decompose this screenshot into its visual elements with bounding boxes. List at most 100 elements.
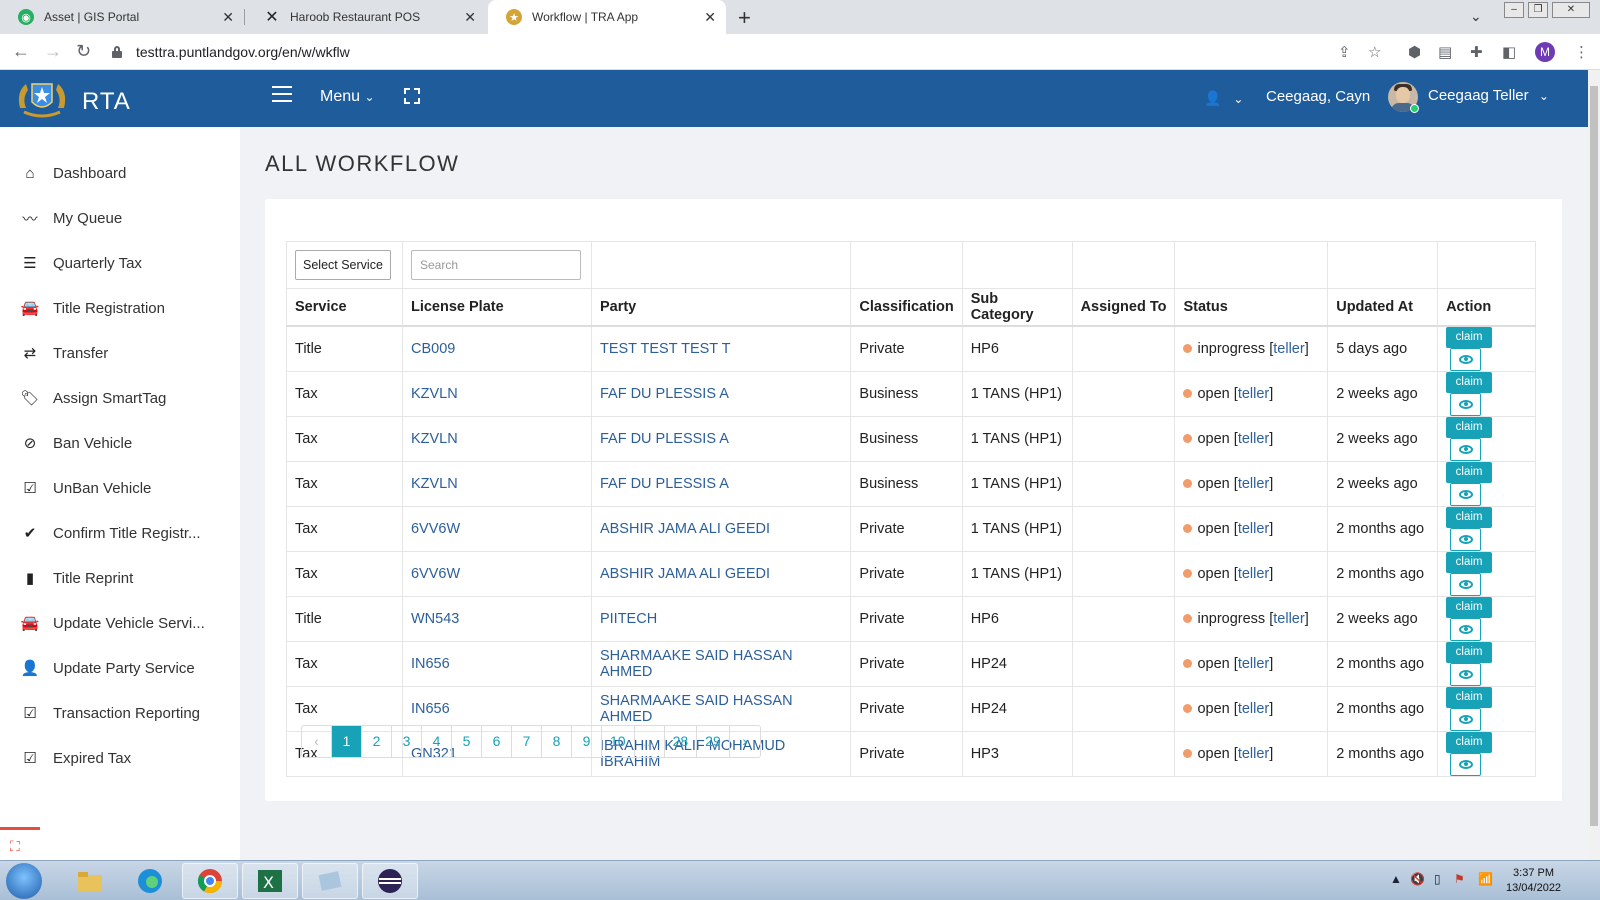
url-field[interactable]: testtra.puntlandgov.org/en/w/wkflw	[112, 39, 1372, 65]
debug-toolbar-tab[interactable]: ⛶	[0, 827, 40, 859]
scrollbar-thumb[interactable]	[1590, 86, 1598, 826]
party-link[interactable]: SHARMAAKE SAID HASSAN AHMED	[600, 693, 793, 725]
sidebar-item-transaction-reporting[interactable]: ☑ Transaction Reporting	[0, 693, 240, 733]
puzzle-icon[interactable]: ✚	[1470, 43, 1483, 61]
service-select[interactable]: Select Service	[295, 250, 391, 280]
flag-icon[interactable]: ⚑	[1454, 872, 1465, 886]
sidebar-item-update-vehicle[interactable]: 🚘 Update Vehicle Servi...	[0, 603, 240, 643]
battery-icon[interactable]: ▯	[1434, 872, 1441, 886]
sidebar-item-confirm-title[interactable]: ✔ Confirm Title Registr...	[0, 513, 240, 553]
reload-icon[interactable]: ↻	[76, 41, 91, 62]
role-link[interactable]: teller	[1238, 566, 1269, 582]
party-link[interactable]: FAF DU PLESSIS A	[600, 476, 729, 492]
role-link[interactable]: teller	[1238, 431, 1269, 447]
minimize-button[interactable]: –	[1504, 2, 1524, 18]
party-link[interactable]: FAF DU PLESSIS A	[600, 431, 729, 447]
sidebar-item-expired-tax[interactable]: ☑ Expired Tax	[0, 738, 240, 778]
menu-dropdown[interactable]: Menu ⌄	[320, 88, 375, 106]
maximize-button[interactable]: ❐	[1528, 2, 1548, 18]
claim-button[interactable]: claim	[1446, 686, 1493, 708]
tab-haroob-pos[interactable]: ✕ Haroob Restaurant POS ✕	[246, 0, 486, 34]
role-link[interactable]: teller	[1238, 701, 1269, 717]
claim-button[interactable]: claim	[1446, 416, 1493, 438]
license-plate-link[interactable]: KZVLN	[411, 476, 458, 492]
page-link[interactable]: 8	[542, 726, 572, 757]
view-eye-icon[interactable]	[1450, 662, 1482, 686]
sidebar-item-quarterly-tax[interactable]: ☰ Quarterly Tax	[0, 243, 240, 283]
page-link[interactable]: 7	[512, 726, 542, 757]
license-plate-link[interactable]: 6VV6W	[411, 566, 460, 582]
role-link[interactable]: teller	[1238, 656, 1269, 672]
role-link[interactable]: teller	[1238, 386, 1269, 402]
party-link[interactable]: PIITECH	[600, 611, 657, 627]
share-icon[interactable]: ⇪	[1338, 43, 1351, 61]
notes-app-icon[interactable]	[302, 863, 358, 899]
role-link[interactable]: teller	[1273, 611, 1304, 627]
user-dropdown[interactable]: 👤 ⌄	[1204, 90, 1243, 107]
claim-button[interactable]: claim	[1446, 731, 1493, 753]
page-link[interactable]: 1	[332, 726, 362, 757]
profile-avatar[interactable]: M	[1535, 42, 1555, 62]
license-plate-link[interactable]: CB009	[411, 341, 455, 357]
claim-button[interactable]: claim	[1446, 641, 1493, 663]
sidebar-item-title-registration[interactable]: 🚘 Title Registration	[0, 288, 240, 328]
page-link[interactable]: 28	[665, 726, 698, 757]
chrome-icon[interactable]	[182, 863, 238, 899]
column-header[interactable]: Status	[1174, 288, 1329, 327]
new-tab-button[interactable]: +	[738, 5, 751, 31]
license-plate-link[interactable]: WN543	[411, 611, 459, 627]
license-plate-link[interactable]: KZVLN	[411, 386, 458, 402]
side-panel-icon[interactable]: ◧	[1502, 43, 1516, 61]
party-link[interactable]: TEST TEST TEST T	[600, 341, 731, 357]
edge-icon[interactable]	[122, 863, 178, 899]
sidebar-item-ban-vehicle[interactable]: ⊘ Ban Vehicle	[0, 423, 240, 463]
role-link[interactable]: teller	[1238, 521, 1269, 537]
party-link[interactable]: ABSHIR JAMA ALI GEEDI	[600, 521, 770, 537]
page-link[interactable]: 6	[482, 726, 512, 757]
party-link[interactable]: FAF DU PLESSIS A	[600, 386, 729, 402]
page-link[interactable]: 9	[572, 726, 602, 757]
sidebar-item-update-party[interactable]: 👤 Update Party Service	[0, 648, 240, 688]
license-plate-link[interactable]: IN656	[411, 656, 450, 672]
page-link[interactable]: 4	[422, 726, 452, 757]
page-link[interactable]: 3	[392, 726, 422, 757]
view-eye-icon[interactable]	[1450, 437, 1482, 461]
view-eye-icon[interactable]	[1450, 392, 1482, 416]
hamburger-icon[interactable]	[272, 86, 292, 107]
license-plate-link[interactable]: KZVLN	[411, 431, 458, 447]
sidebar-item-my-queue[interactable]: 〰 My Queue	[0, 198, 240, 238]
forward-arrow-icon[interactable]: →	[44, 41, 62, 62]
page-link[interactable]: 29	[697, 726, 730, 757]
close-icon[interactable]: ✕	[704, 9, 716, 26]
claim-button[interactable]: claim	[1446, 596, 1493, 618]
view-eye-icon[interactable]	[1450, 707, 1482, 731]
role-dropdown[interactable]: Ceegaag Teller ⌄	[1428, 87, 1549, 104]
page-link[interactable]: 10	[602, 726, 635, 757]
tab-workflow[interactable]: ★ Workflow | TRA App ✕	[488, 0, 726, 34]
close-window-button[interactable]: ✕	[1552, 2, 1590, 18]
close-icon[interactable]: ✕	[464, 9, 476, 26]
show-hidden-icons-icon[interactable]: ▲	[1390, 872, 1402, 886]
eclipse-icon[interactable]	[362, 863, 418, 899]
view-eye-icon[interactable]	[1450, 527, 1482, 551]
page-ellipsis[interactable]: ...	[635, 726, 665, 757]
column-header[interactable]: Assigned To	[1071, 288, 1176, 327]
tab-gis-portal[interactable]: ◉ Asset | GIS Portal ✕	[0, 0, 245, 34]
column-header[interactable]: Sub Category	[961, 288, 1073, 327]
tab-search-chevron-icon[interactable]: ⌄	[1470, 8, 1482, 25]
party-link[interactable]: ABSHIR JAMA ALI GEEDI	[600, 566, 770, 582]
excel-icon[interactable]: X	[242, 863, 298, 899]
start-button[interactable]	[6, 863, 42, 899]
page-prev-button[interactable]: ‹	[302, 726, 332, 757]
view-eye-icon[interactable]	[1450, 572, 1482, 596]
fullscreen-icon[interactable]	[404, 88, 420, 104]
claim-button[interactable]: claim	[1446, 506, 1493, 528]
claim-button[interactable]: claim	[1446, 326, 1493, 348]
search-input[interactable]: Search	[410, 250, 581, 280]
claim-button[interactable]: claim	[1446, 371, 1493, 393]
column-header[interactable]: Party	[590, 288, 852, 327]
sidebar-item-dashboard[interactable]: ⌂ Dashboard	[0, 153, 240, 193]
page-next-button[interactable]: ›	[730, 726, 760, 757]
sidebar-item-transfer[interactable]: ⇄ Transfer	[0, 333, 240, 373]
network-icon[interactable]: 📶	[1478, 872, 1493, 886]
